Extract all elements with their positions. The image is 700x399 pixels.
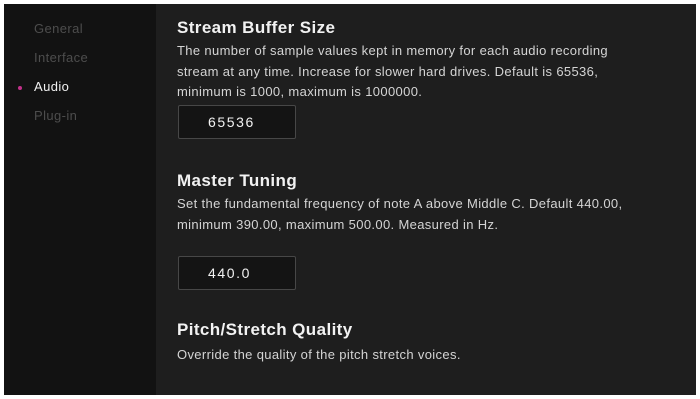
stream-buffer-size-description: The number of sample values kept in memo…: [177, 43, 608, 99]
settings-panel: Stream Buffer Size The number of sample …: [156, 4, 696, 395]
pitch-stretch-quality-description: Override the quality of the pitch stretc…: [177, 347, 461, 362]
master-tuning-description: Set the fundamental frequency of note A …: [177, 196, 623, 232]
sidebar: General Interface Audio Plug-in: [4, 4, 156, 395]
stream-buffer-size-input[interactable]: [178, 105, 296, 139]
active-indicator-dot: [18, 86, 22, 90]
master-tuning-title: Master Tuning: [177, 171, 298, 190]
sidebar-item-general[interactable]: General: [34, 21, 83, 36]
master-tuning-input[interactable]: [178, 256, 296, 290]
sidebar-item-plug-in[interactable]: Plug-in: [34, 108, 77, 123]
sidebar-item-interface[interactable]: Interface: [34, 50, 88, 65]
stream-buffer-size-title: Stream Buffer Size: [177, 18, 336, 37]
pitch-stretch-quality-title: Pitch/Stretch Quality: [177, 320, 353, 339]
sidebar-item-audio[interactable]: Audio: [34, 79, 69, 94]
preferences-window: General Interface Audio Plug-in Stream B…: [4, 4, 696, 395]
